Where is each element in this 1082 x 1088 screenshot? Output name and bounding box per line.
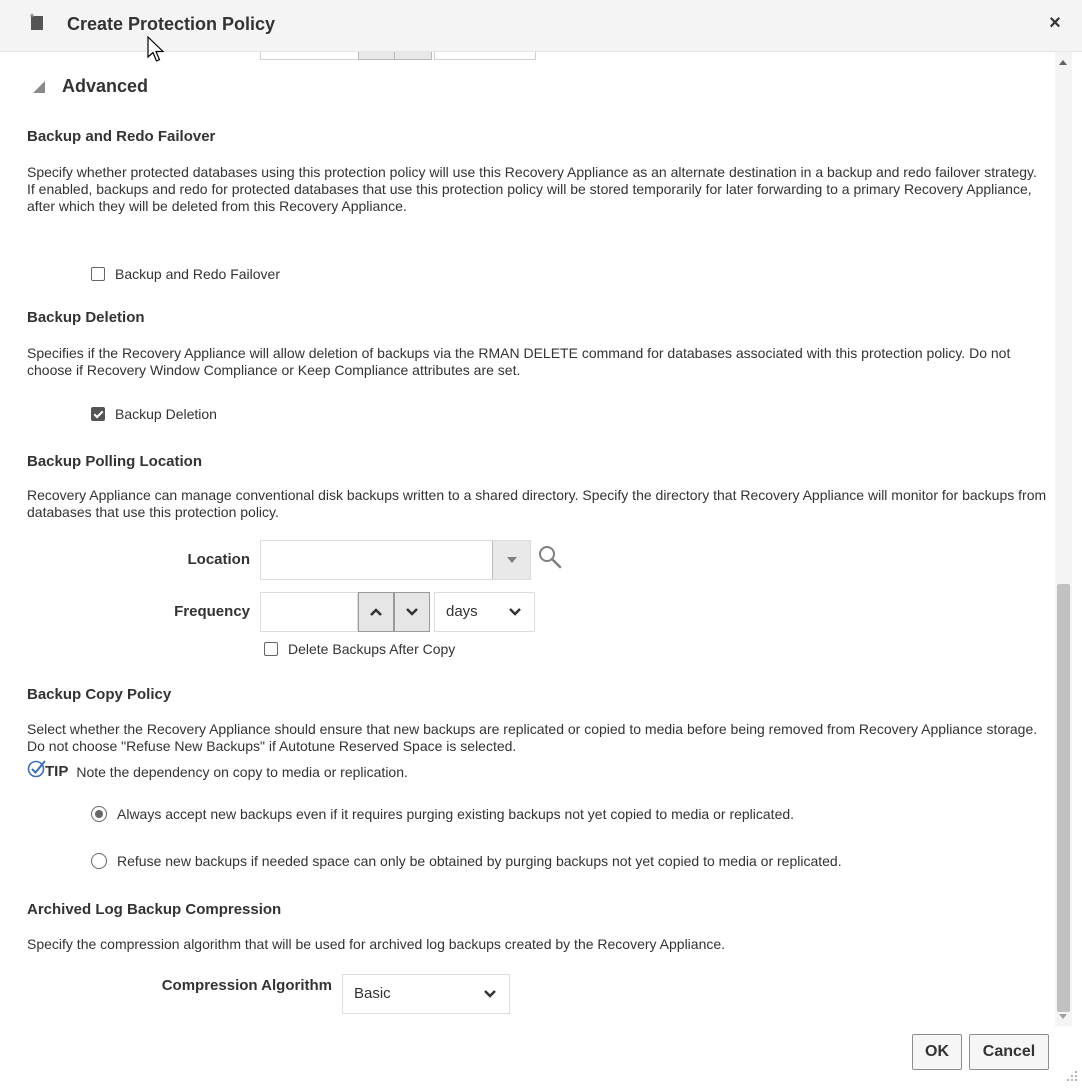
scroll-down-arrow-icon[interactable]: [1059, 1014, 1067, 1019]
failover-checkbox-row[interactable]: Backup and Redo Failover: [91, 266, 280, 282]
dropdown-triangle-icon: [507, 557, 517, 563]
compression-algorithm-value[interactable]: Basic: [354, 985, 391, 1002]
location-label: Location: [187, 551, 251, 568]
scrolled-spin-up: [358, 52, 396, 60]
failover-checkbox[interactable]: [91, 267, 105, 281]
deletion-checkbox[interactable]: [91, 407, 105, 421]
dialog-content: Advanced Backup and Redo Failover Specif…: [0, 52, 1055, 1046]
copy-policy-description: Select whether the Recovery Appliance sh…: [27, 721, 1038, 754]
delete-after-copy-row[interactable]: Delete Backups After Copy: [264, 641, 455, 657]
deletion-description: Specifies if the Recovery Appliance will…: [27, 345, 1011, 378]
page-new-icon: [30, 13, 43, 30]
failover-description: Specify whether protected databases usin…: [27, 164, 1037, 214]
deletion-checkbox-label[interactable]: Backup Deletion: [115, 406, 217, 422]
deletion-heading: Backup Deletion: [27, 309, 145, 326]
compression-algorithm-label: Compression Algorithm: [161, 977, 332, 994]
delete-after-copy-checkbox[interactable]: [264, 642, 278, 656]
copy-policy-heading: Backup Copy Policy: [27, 686, 172, 703]
location-dropdown-button[interactable]: [492, 541, 530, 579]
tip-label: TIP: [45, 763, 69, 780]
accept-backups-label[interactable]: Always accept new backups even if it req…: [117, 806, 794, 822]
compression-heading: Archived Log Backup Compression: [27, 901, 282, 918]
search-icon[interactable]: [537, 544, 563, 570]
advanced-section-title[interactable]: Advanced: [62, 76, 148, 97]
scrolled-spin-down: [394, 52, 432, 60]
frequency-label: Frequency: [174, 603, 250, 620]
polling-heading: Backup Polling Location: [27, 453, 203, 470]
chevron-down-icon: [509, 608, 521, 616]
tip-badge: TIP: [27, 760, 69, 780]
copy-policy-option-refuse[interactable]: Refuse new backups if needed space can o…: [91, 853, 842, 869]
delete-after-copy-label[interactable]: Delete Backups After Copy: [288, 641, 455, 657]
ok-button[interactable]: OK: [912, 1034, 962, 1070]
accept-backups-radio[interactable]: [91, 806, 107, 822]
chevron-down-icon: [484, 990, 496, 998]
resize-grip-icon[interactable]: [1066, 1070, 1078, 1082]
deletion-checkbox-row[interactable]: Backup Deletion: [91, 406, 217, 422]
tip-text: Note the dependency on copy to media or …: [76, 763, 408, 780]
refuse-backups-label[interactable]: Refuse new backups if needed space can o…: [117, 853, 842, 869]
scrolled-select: [434, 52, 536, 60]
chevron-down-icon: [406, 608, 418, 616]
compression-algorithm-select[interactable]: Basic: [342, 974, 510, 1014]
location-combobox[interactable]: [260, 540, 531, 580]
scrollbar-thumb[interactable]: [1057, 584, 1070, 1012]
vertical-scrollbar[interactable]: [1055, 52, 1072, 1026]
failover-heading: Backup and Redo Failover: [27, 128, 216, 145]
compression-description: Specify the compression algorithm that w…: [27, 936, 726, 952]
polling-description: Recovery Appliance can manage convention…: [27, 487, 1047, 520]
refuse-backups-radio[interactable]: [91, 853, 107, 869]
scrolled-input: [260, 52, 360, 60]
frequency-unit-value[interactable]: days: [446, 603, 478, 620]
frequency-increment-button[interactable]: [358, 592, 394, 632]
chevron-up-icon: [370, 608, 382, 616]
advanced-toggle-icon[interactable]: [33, 81, 45, 93]
close-button[interactable]: ×: [1044, 12, 1066, 34]
frequency-decrement-button[interactable]: [394, 592, 430, 632]
failover-checkbox-label[interactable]: Backup and Redo Failover: [115, 266, 280, 282]
tip-check-icon: [27, 760, 46, 778]
copy-policy-option-accept[interactable]: Always accept new backups even if it req…: [91, 806, 794, 822]
cancel-button[interactable]: Cancel: [969, 1034, 1049, 1070]
dialog-title: Create Protection Policy: [67, 14, 276, 34]
tip-row: TIP Note the dependency on copy to media…: [27, 760, 408, 780]
scroll-up-arrow-icon[interactable]: [1059, 60, 1067, 65]
frequency-input[interactable]: [260, 592, 358, 632]
frequency-unit-select[interactable]: days: [434, 592, 535, 632]
